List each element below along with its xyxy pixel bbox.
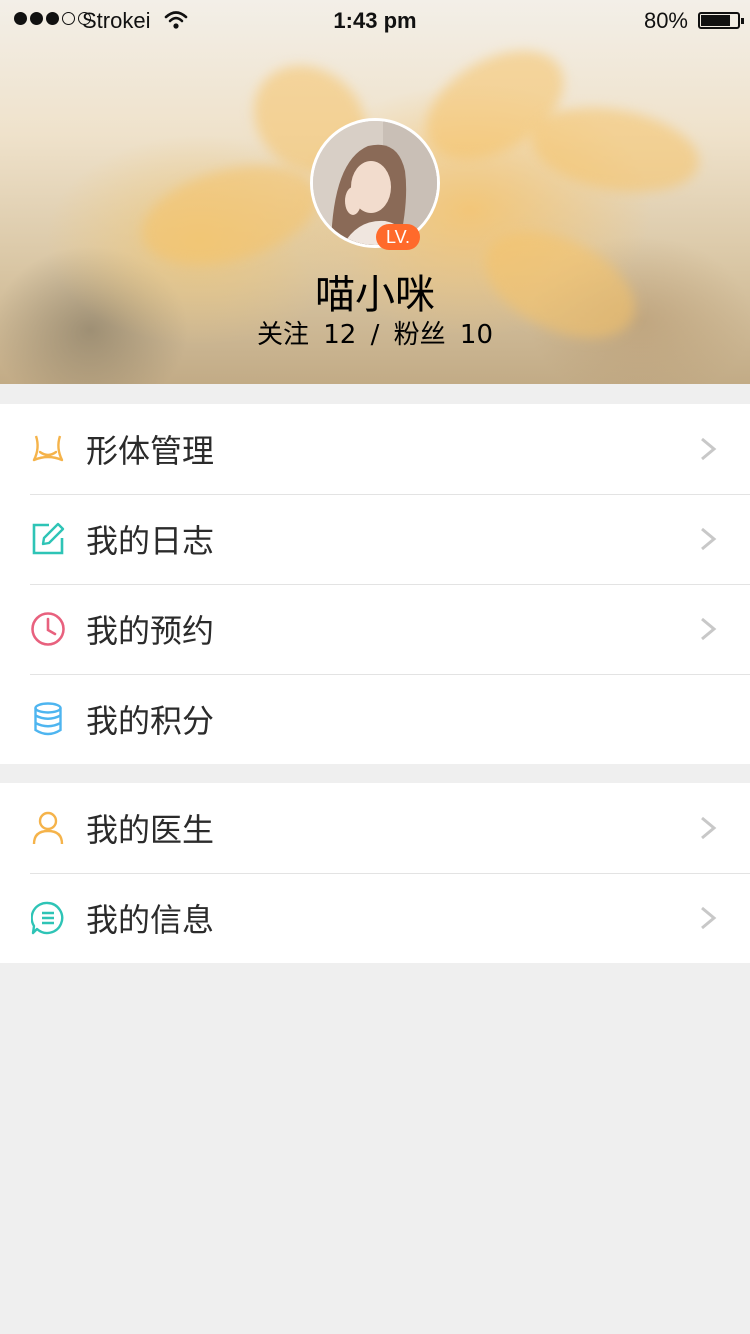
menu-item-my-doctor[interactable]: 我的医生 [0, 783, 750, 873]
username: 喵小咪 [315, 272, 435, 318]
avatar-photo [313, 121, 437, 245]
avatar[interactable] [310, 118, 440, 248]
follow-stats[interactable]: 关注 12 / 粉丝 10 [0, 314, 750, 351]
user-icon [30, 810, 66, 846]
chevron-right-icon [701, 617, 717, 641]
menu-item-my-messages[interactable]: 我的信息 [0, 873, 750, 963]
battery-icon [698, 12, 744, 29]
status-bar: Strokei 1:43 pm 80% [0, 0, 750, 40]
menu-item-label: 我的日志 [86, 522, 215, 560]
profile-header: Strokei 1:43 pm 80% LV. 喵小咪 关注 12 / 粉丝 1… [0, 0, 750, 384]
chevron-right-icon [701, 437, 717, 461]
menu-item-body-management[interactable]: 形体管理 [0, 404, 750, 494]
body-shape-icon [30, 431, 66, 467]
menu-item-label: 我的预约 [86, 612, 215, 650]
menu-item-my-points[interactable]: 我的积分 [0, 674, 750, 764]
chevron-right-icon [701, 527, 717, 551]
clock-icon [30, 611, 66, 647]
menu-item-label: 形体管理 [86, 432, 215, 470]
menu-group-secondary: 我的医生 我的信息 [0, 783, 750, 963]
menu-group-primary: 形体管理 我的日志 我的预约 我的积分 [0, 404, 750, 764]
edit-journal-icon [30, 521, 66, 557]
menu-item-my-journal[interactable]: 我的日志 [0, 494, 750, 584]
menu-item-label: 我的积分 [86, 702, 215, 740]
menu-item-label: 我的信息 [86, 901, 215, 939]
level-badge: LV. [376, 224, 421, 250]
chevron-right-icon [701, 906, 717, 930]
chevron-right-icon [701, 816, 717, 840]
battery-percent: 80% [643, 8, 688, 33]
status-time: 1:43 pm [333, 8, 417, 33]
menu-item-label: 我的医生 [86, 811, 215, 849]
database-coins-icon [30, 701, 66, 737]
menu-item-my-appointments[interactable]: 我的预约 [0, 584, 750, 674]
message-list-icon [30, 900, 66, 936]
